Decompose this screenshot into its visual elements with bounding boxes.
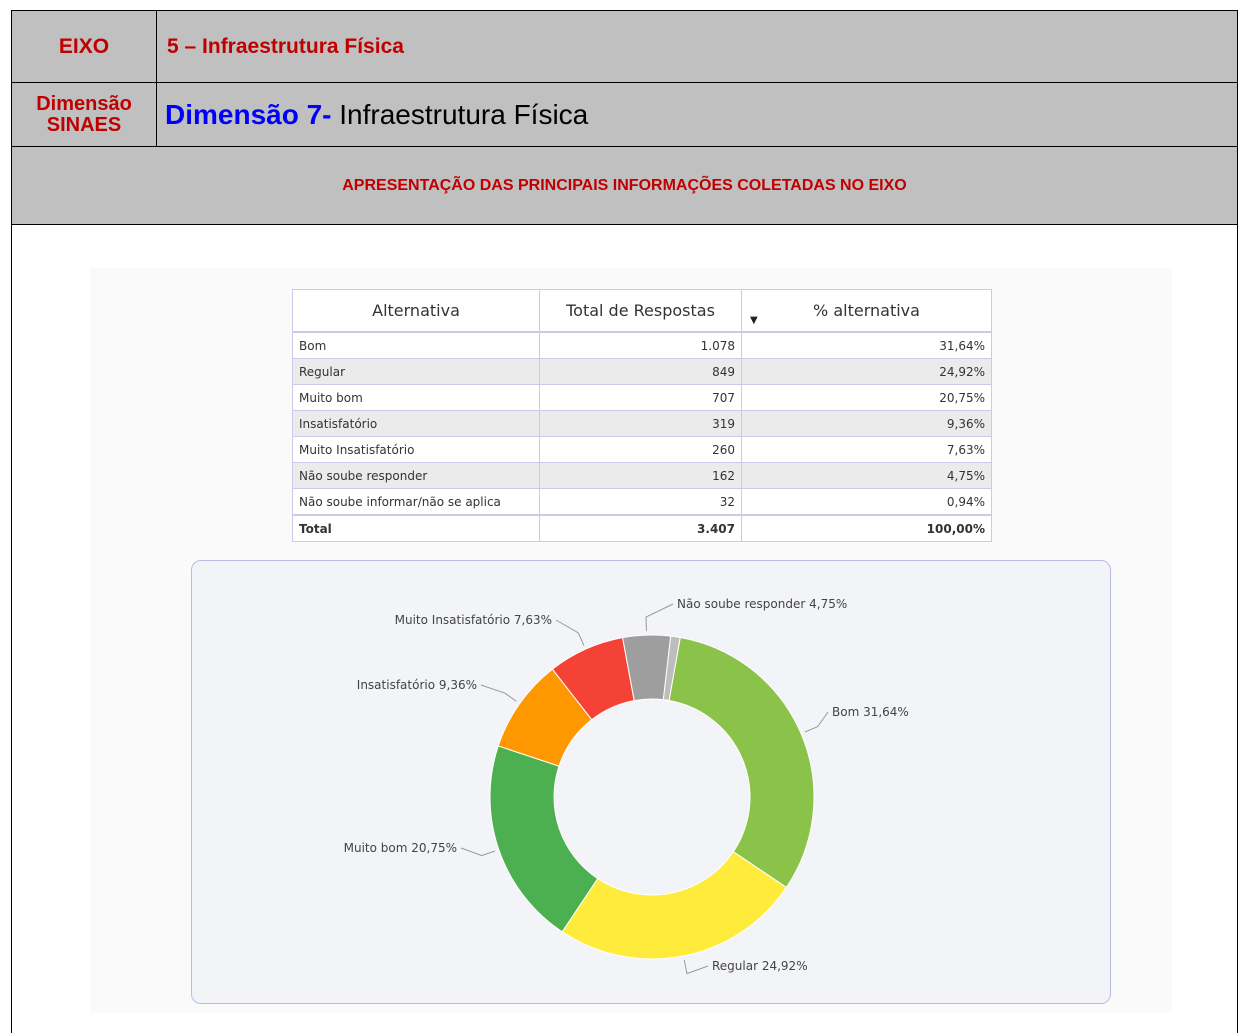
cell-alternativa: Muito Insatisfatório [292, 436, 540, 463]
section-title-row: APRESENTAÇÃO DAS PRINCIPAIS INFORMAÇÕES … [12, 147, 1237, 225]
slice-leader-line-1 [683, 959, 709, 975]
cell-total: 1.078 [539, 331, 742, 359]
cell-total: 319 [539, 410, 742, 437]
cell-percent: 24,92% [741, 358, 992, 385]
cell-alternativa: Muito bom [292, 384, 540, 411]
cell-percent: 7,63% [741, 436, 992, 463]
dimensao-value-cell: Dimensão 7- Infraestrutura Física [165, 83, 1237, 146]
total-label: Total [292, 514, 540, 542]
slice-label-0: Bom 31,64% [832, 705, 909, 719]
dimensao-value: Dimensão 7- Infraestrutura Física [165, 99, 588, 131]
dimensao-row: Dimensão SINAES Dimensão 7- Infraestrutu… [12, 83, 1237, 147]
column-header-total[interactable]: Total de Respostas [539, 289, 742, 333]
donut-chart-panel: Bom 31,64% Regular 24,92% Muito bom 20,75%… [191, 560, 1111, 1004]
cell-percent: 20,75% [741, 384, 992, 411]
dimensao-label-cell: Dimensão SINAES [12, 83, 157, 146]
column-header-alternativa[interactable]: Alternativa [292, 289, 540, 333]
table-total-row: Total 3.407 100,00% [292, 514, 992, 542]
donut-chart: Bom 31,64% Regular 24,92% Muito bom 20,75%… [344, 597, 909, 975]
donut-slice-0[interactable] [668, 636, 815, 889]
table-row: Bom 1.078 31,64% [292, 331, 992, 359]
table-row: Regular 849 24,92% [292, 358, 992, 385]
dimensao-label-line2: SINAES [46, 113, 122, 136]
slice-leader-line-5 [645, 603, 674, 632]
cell-alternativa: Não soube responder [292, 462, 540, 489]
table-row: Insatisfatório 319 9,36% [292, 410, 992, 437]
eixo-row: EIXO 5 – Infraestrutura Física [12, 11, 1237, 83]
dimensao-prefix: Dimensão 7- [165, 98, 332, 130]
cell-total: 260 [539, 436, 742, 463]
dimensao-label-line1: Dimensão [36, 92, 132, 115]
slice-label-5: Não soube responder 4,75% [677, 597, 847, 611]
cell-alternativa: Bom [292, 331, 540, 359]
eixo-value: 5 – Infraestrutura Física [167, 34, 404, 58]
cell-percent: 31,64% [741, 331, 992, 359]
total-percent: 100,00% [741, 514, 992, 542]
cell-alternativa: Não soube informar/não se aplica [292, 488, 540, 516]
table-row: Não soube informar/não se aplica 32 0,94% [292, 488, 992, 516]
slice-label-4: Muito Insatisfatório 7,63% [395, 613, 552, 627]
slice-label-2: Muito bom 20,75% [344, 841, 457, 855]
section-title: APRESENTAÇÃO DAS PRINCIPAIS INFORMAÇÕES … [342, 176, 907, 194]
eixo-value-cell: 5 – Infraestrutura Física [165, 11, 1237, 82]
total-count: 3.407 [539, 514, 742, 542]
slice-leader-line-2 [460, 847, 496, 857]
table-row: Muito bom 707 20,75% [292, 384, 992, 411]
slice-leader-line-4 [555, 619, 585, 646]
cell-percent: 0,94% [741, 488, 992, 516]
cell-total: 162 [539, 462, 742, 489]
eixo-label: EIXO [58, 34, 110, 58]
cell-percent: 9,36% [741, 410, 992, 437]
column-header-percent-label: % alternativa [813, 301, 920, 320]
slice-label-1: Regular 24,92% [712, 959, 808, 973]
slice-label-3: Insatisfatório 9,36% [357, 678, 477, 692]
dimensao-name: Infraestrutura Física [331, 98, 589, 130]
table-row: Muito Insatisfatório 260 7,63% [292, 436, 992, 463]
slice-leader-line-3 [480, 684, 517, 702]
cell-percent: 4,75% [741, 462, 992, 489]
eixo-label-cell: EIXO [12, 11, 157, 82]
cell-alternativa: Regular [292, 358, 540, 385]
cell-total: 32 [539, 488, 742, 516]
cell-total: 707 [539, 384, 742, 411]
cell-alternativa: Insatisfatório [292, 410, 540, 437]
responses-table: Alternativa Total de Respostas ▼ % altern… [292, 289, 992, 542]
table-row: Não soube responder 162 4,75% [292, 462, 992, 489]
cell-total: 849 [539, 358, 742, 385]
dimensao-label: Dimensão SINAES [36, 92, 132, 136]
sort-desc-icon[interactable]: ▼ [750, 315, 758, 326]
donut-slice-1[interactable] [561, 851, 788, 960]
column-header-percent[interactable]: ▼ % alternativa [741, 289, 992, 333]
slice-leader-line-0 [804, 711, 829, 733]
table-header-row: Alternativa Total de Respostas ▼ % altern… [292, 289, 992, 333]
